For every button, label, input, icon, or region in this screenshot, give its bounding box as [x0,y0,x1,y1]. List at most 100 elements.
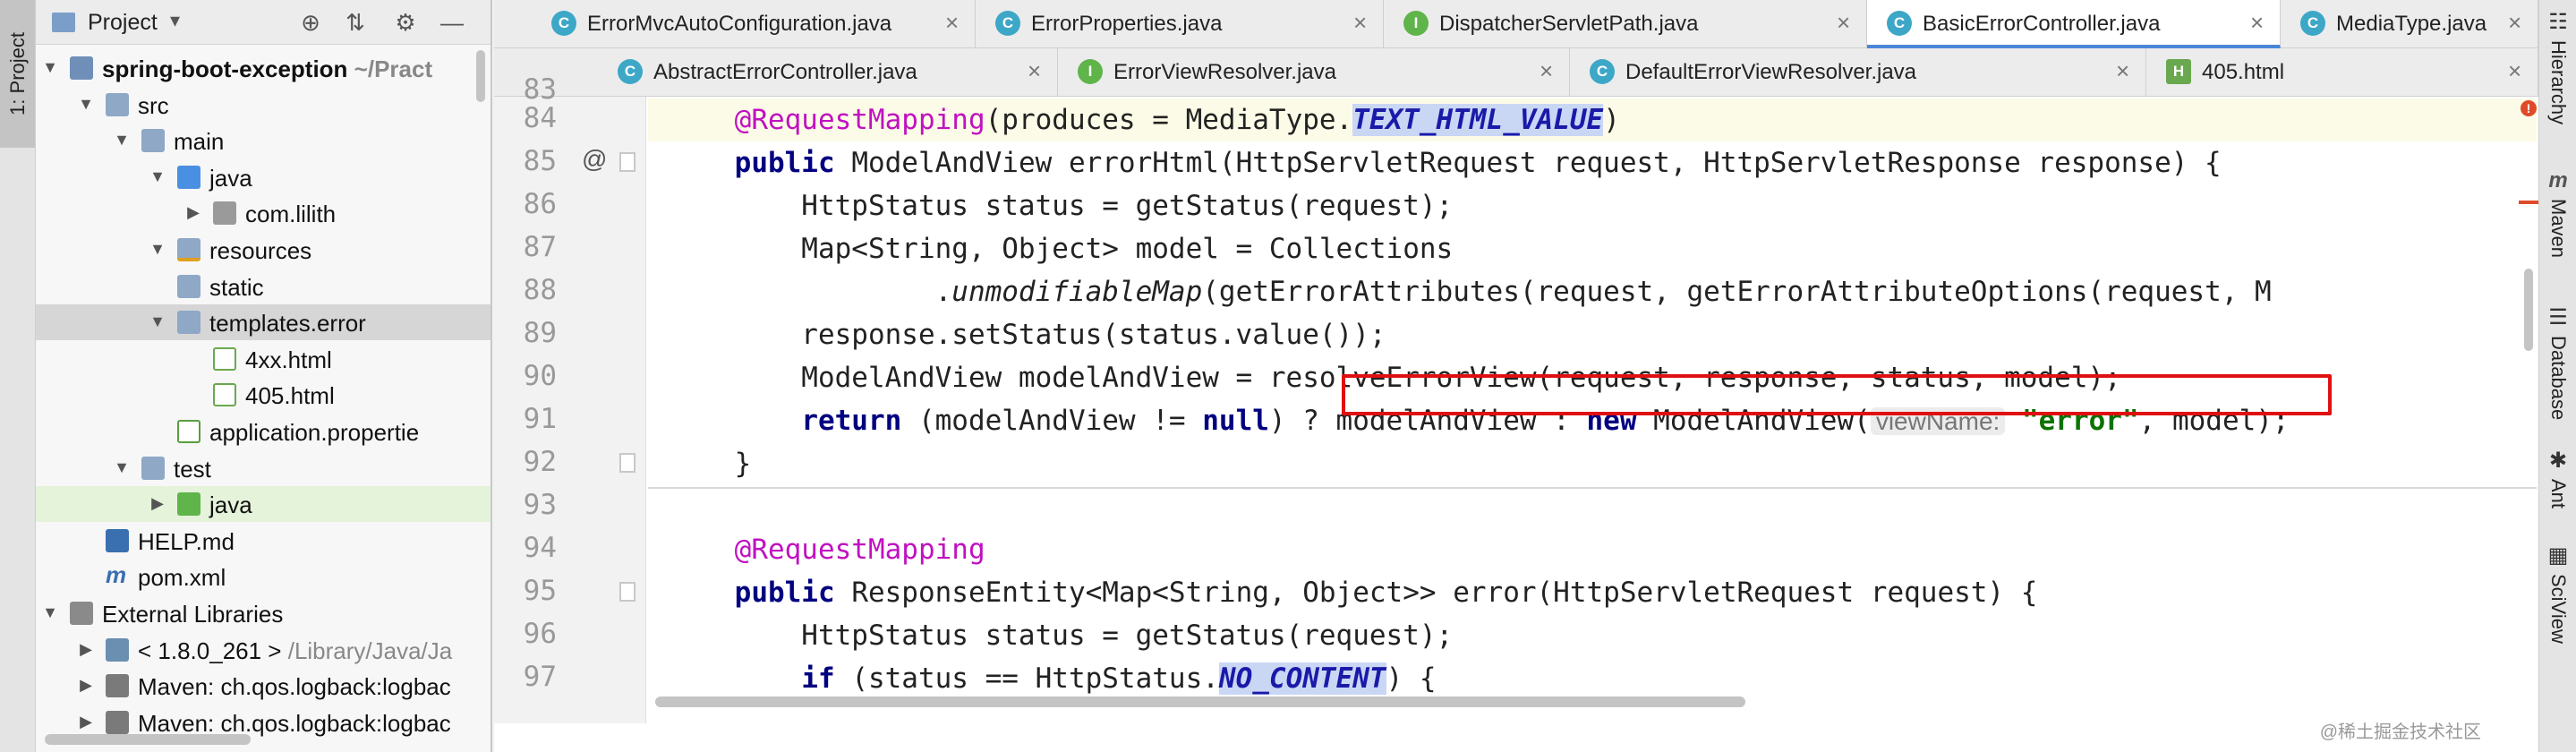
chevron-right-icon[interactable]: ▶ [77,640,95,658]
chevron-down-icon[interactable]: ▼ [113,131,131,149]
chevron-down-icon[interactable]: ▼ [149,312,166,330]
tree-node[interactable]: ▶ Maven: ch.qos.logback:logbac [36,668,490,704]
close-icon[interactable]: × [1353,9,1367,37]
hierarchy-tool-button[interactable]: ☷ Hierarchy [2539,9,2576,124]
tree-node-label: Maven: ch.qos.logback:logbac [138,673,451,701]
editor-tab[interactable]: C MediaType.java × [2281,0,2538,48]
tree-node[interactable]: static [36,269,490,304]
tree-node[interactable]: 405.html [36,377,490,413]
close-icon[interactable]: × [2508,57,2521,85]
error-indicator-icon[interactable]: ! [2521,100,2537,116]
override-marker-icon[interactable]: @ [582,145,607,174]
collapse-all-icon[interactable]: ⇅ [340,7,371,38]
editor-tab[interactable]: H 405.html × [2146,48,2538,97]
chevron-down-icon[interactable]: ▾ [170,9,180,32]
class-icon: C [1887,11,1912,36]
library-icon [106,710,129,734]
chevron-right-icon[interactable]: ▶ [77,713,95,731]
project-tool-tab[interactable]: 1: Project [0,0,36,148]
line-number: 87 [523,231,557,263]
chevron-down-icon[interactable]: ▼ [149,167,166,185]
line-number: 88 [523,274,557,306]
tree-node[interactable]: 4xx.html [36,341,490,377]
close-icon[interactable]: × [1540,57,1553,85]
code-line: } [648,442,2537,485]
close-icon[interactable]: × [945,9,959,37]
tree-node[interactable]: m pom.xml [36,559,490,594]
editor-tab[interactable]: C DefaultErrorViewResolver.java × [1570,48,2146,97]
ant-tool-button[interactable]: ✱ Ant [2539,448,2576,508]
project-tool-tab-label: 1: Project [5,32,29,115]
maven-tool-button[interactable]: m Maven [2539,168,2576,258]
gear-icon[interactable]: ⚙ [390,7,421,38]
tree-node[interactable]: ▼ main [36,123,490,158]
code-line: response.setStatus(status.value()); [648,313,2537,356]
chevron-down-icon[interactable]: ▼ [113,458,131,476]
tree-node[interactable]: ▼ java [36,159,490,195]
locate-icon[interactable]: ⊕ [295,7,326,38]
line-number: 95 [523,575,557,607]
class-icon: C [2300,11,2325,36]
sciview-icon: ▦ [2547,543,2569,568]
sciview-tool-button[interactable]: ▦ SciView [2539,543,2576,644]
line-number: 93 [523,489,557,521]
editor-tab[interactable]: I ErrorViewResolver.java × [1058,48,1570,97]
line-number-gutter: 83 84 85 @86 87 88 89 90 91 92 93 94 95 96 97 [494,73,646,723]
error-stripe-mark[interactable] [2519,201,2538,204]
class-icon: C [551,11,576,36]
project-tree-hscrollbar[interactable] [45,734,251,745]
editor-tab[interactable]: C ErrorProperties.java × [976,0,1384,48]
tree-node[interactable]: ▼ templates.error [36,304,490,341]
chevron-right-icon[interactable]: ▶ [184,203,202,221]
tree-node[interactable]: ▶ < 1.8.0_261 > /Library/Java/Ja [36,632,490,668]
close-icon[interactable]: × [2508,9,2521,37]
project-tree-scrollbar[interactable] [476,50,485,102]
editor-tab[interactable]: C BasicErrorController.java × [1867,0,2281,48]
tree-node-label: src [138,91,169,119]
chevron-right-icon[interactable]: ▶ [77,676,95,694]
chevron-down-icon[interactable]: ▼ [149,240,166,258]
tree-node[interactable]: ▼ test [36,450,490,486]
database-icon: ☰ [2548,305,2568,329]
tree-node[interactable]: ▶ com.lilith [36,195,490,231]
chevron-down-icon[interactable]: ▼ [77,95,95,113]
tree-node-label: static [209,273,264,301]
fold-marker-icon[interactable] [619,453,635,473]
tree-node[interactable]: ▼ spring-boot-exception ~/Pract [36,50,490,86]
close-icon[interactable]: × [1028,57,1041,85]
code-line: public ModelAndView errorHtml(HttpServle… [648,141,2537,184]
code-view[interactable]: @RequestMapping(produces = MediaType.TEX… [648,97,2537,723]
editor-tab[interactable]: C AbstractErrorController.java × [494,48,1058,97]
project-panel-title[interactable]: Project [88,10,158,36]
close-icon[interactable]: × [1837,9,1850,37]
close-icon[interactable]: × [2250,9,2264,37]
fold-marker-icon[interactable] [619,152,635,172]
editor-hscrollbar[interactable] [655,696,1745,707]
hide-icon[interactable]: — [437,7,467,38]
editor-tab[interactable]: I DispatcherServletPath.java × [1384,0,1867,48]
close-icon[interactable]: × [2116,57,2129,85]
fold-marker-icon[interactable] [619,582,635,602]
tree-node[interactable]: ▼ External Libraries [36,595,490,631]
tree-node[interactable]: ▼ src [36,87,490,123]
chevron-down-icon[interactable]: ▼ [41,58,59,76]
chevron-right-icon[interactable]: ▶ [149,494,166,512]
tree-node[interactable]: application.propertie [36,414,490,449]
editor-vscrollbar[interactable] [2524,269,2533,351]
tree-node[interactable]: ▼ resources [36,232,490,268]
line-number: 83 [523,73,557,106]
tree-node-label: pom.xml [138,564,226,592]
line-number: 97 [523,661,557,693]
editor-tab[interactable]: C ErrorMvcAutoConfiguration.java × [494,0,976,48]
chevron-down-icon[interactable]: ▼ [41,603,59,621]
editor-tab-label: DispatcherServletPath.java [1439,12,1699,36]
tree-node[interactable]: HELP.md [36,523,490,559]
database-tool-button[interactable]: ☰ Database [2539,304,2576,420]
tree-node-label: HELP.md [138,527,235,555]
line-number: 92 [523,446,557,478]
tree-node[interactable]: ▶ java [36,486,490,523]
